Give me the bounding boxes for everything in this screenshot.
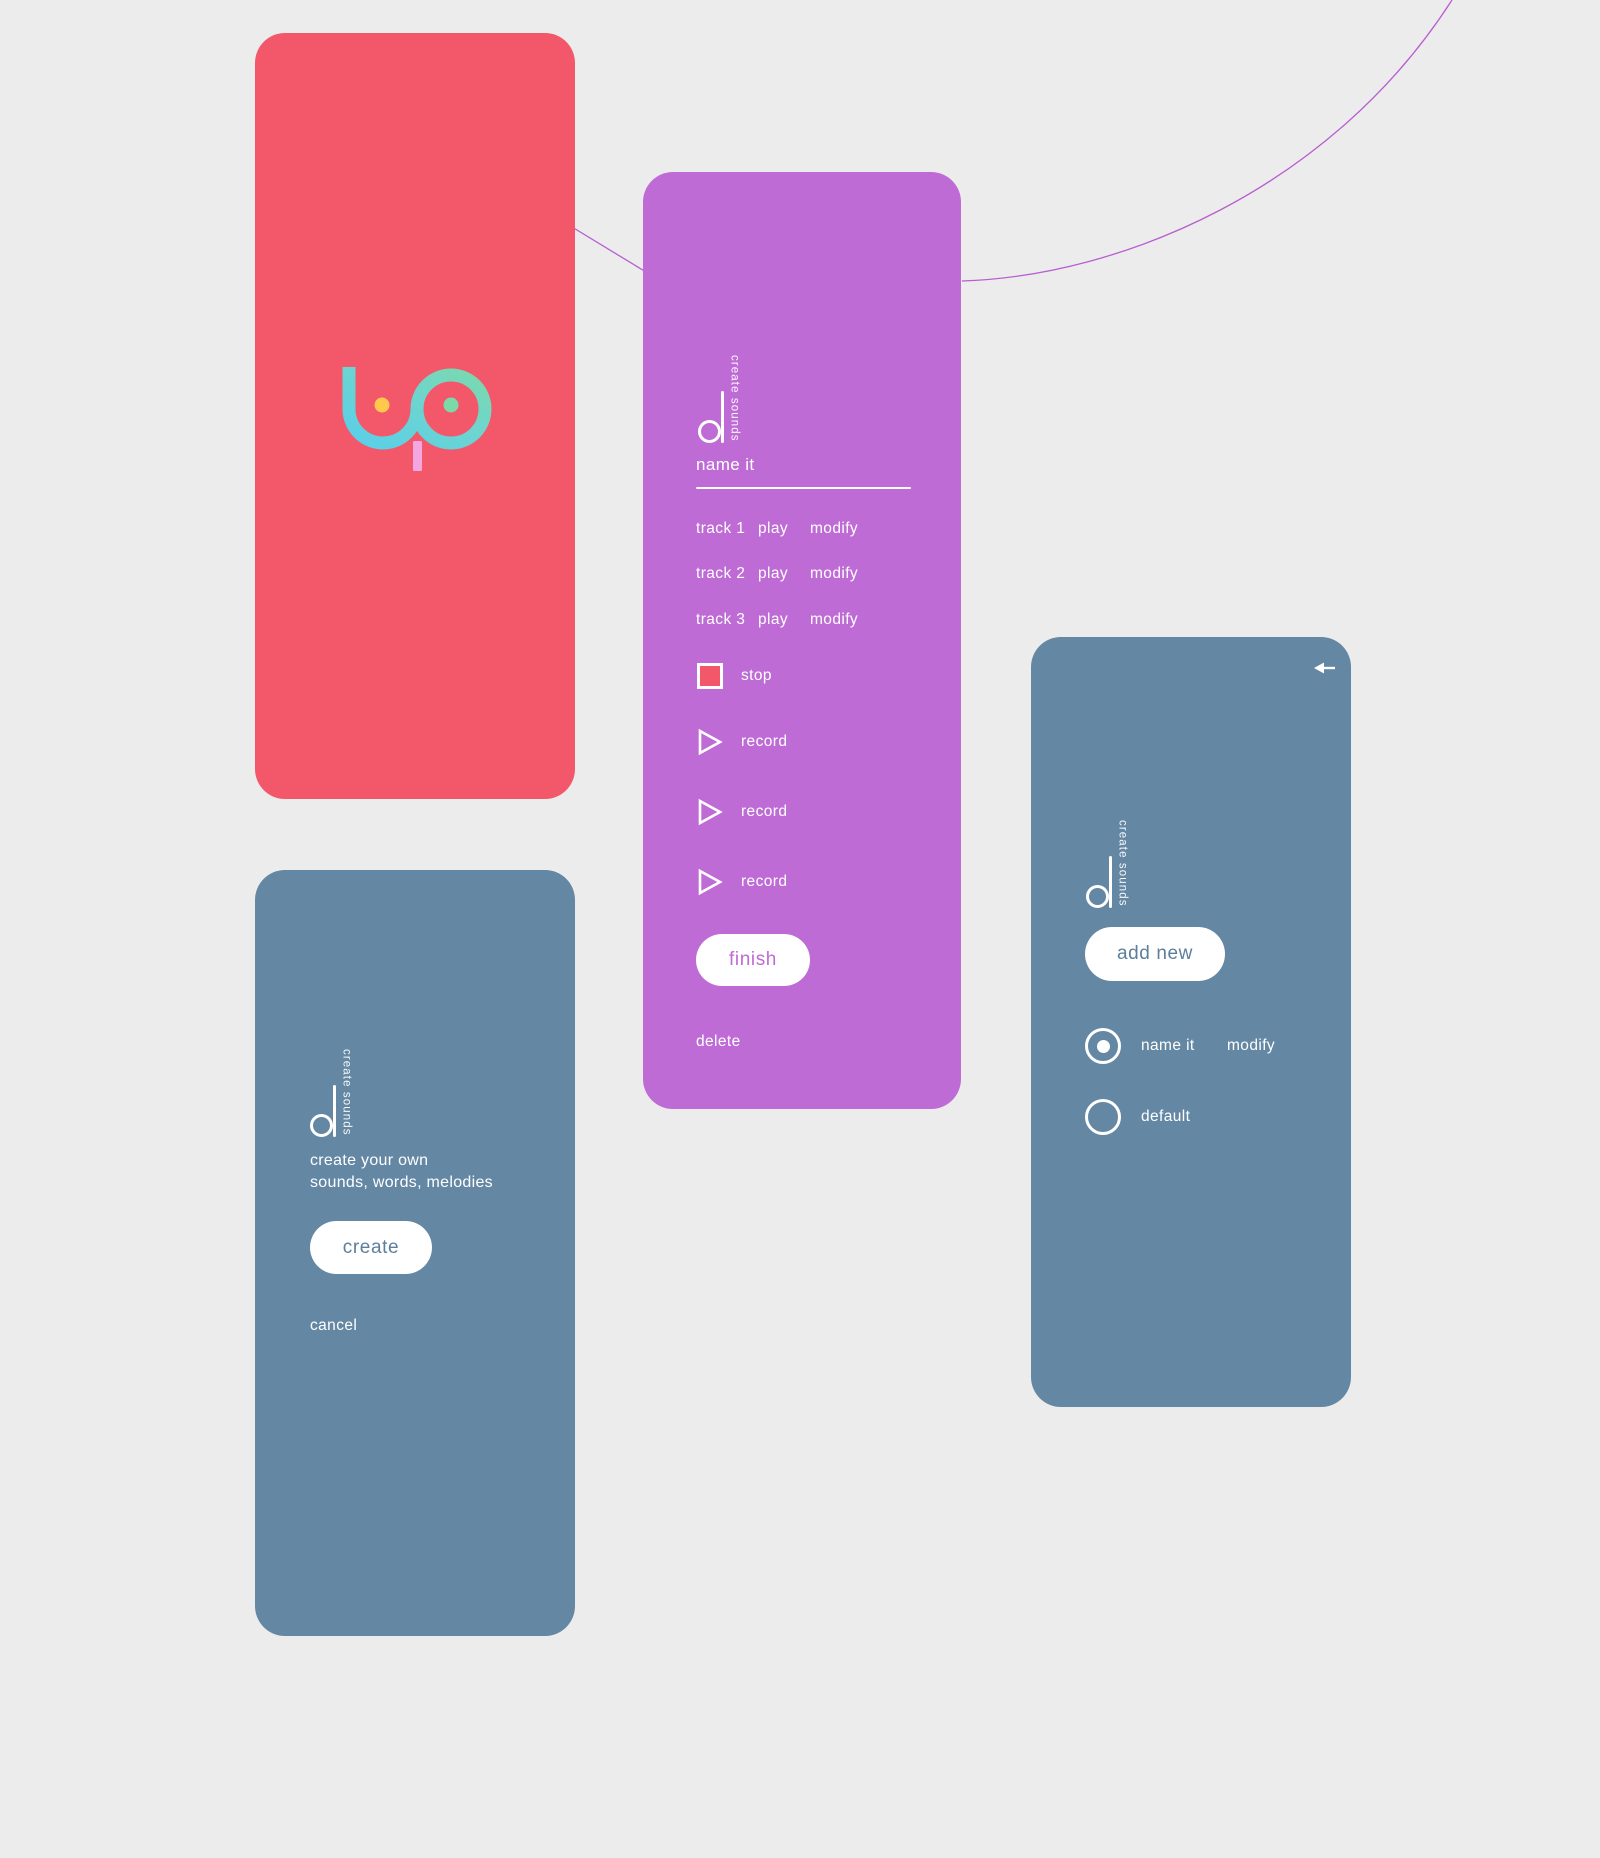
record-icon[interactable] — [697, 728, 723, 756]
add-new-button[interactable]: add new — [1085, 927, 1225, 981]
splash-screen — [255, 33, 575, 799]
track-modify-button[interactable]: modify — [810, 611, 858, 629]
brand-logo: create sounds — [698, 355, 741, 443]
option-modify-button[interactable]: modify — [1227, 1037, 1275, 1055]
music-note-icon — [1086, 855, 1112, 908]
record-label: record — [741, 803, 788, 820]
splash-to-recorder-connector — [571, 226, 647, 273]
list-item[interactable]: default — [1085, 1099, 1227, 1135]
back-arrow-icon[interactable] — [1302, 655, 1336, 681]
intro-headline-line2: sounds, words, melodies — [310, 1173, 493, 1191]
brand-logo: create sounds — [1086, 820, 1129, 908]
option-label: default — [1141, 1108, 1191, 1125]
record-label: record — [741, 733, 788, 750]
name-input-value[interactable]: name it — [696, 455, 911, 487]
list-screen — [1031, 637, 1351, 1407]
radio-button-unselected[interactable] — [1085, 1099, 1121, 1135]
music-note-icon — [310, 1084, 336, 1137]
mockup-canvas: create sounds name it track 1 play modif… — [0, 0, 1600, 1858]
delete-button[interactable]: delete — [696, 1033, 741, 1051]
app-logo-icon — [342, 367, 492, 471]
track-modify-button[interactable]: modify — [810, 565, 858, 583]
track-play-button[interactable]: play — [758, 565, 810, 583]
table-row[interactable]: track 1 play modify — [696, 520, 858, 538]
track-name: track 1 — [696, 520, 746, 537]
track-modify-button[interactable]: modify — [810, 520, 858, 538]
recorder-to-offscreen-curve — [961, 0, 1453, 282]
table-row[interactable]: track 3 play modify — [696, 611, 858, 629]
record-icon[interactable] — [697, 868, 723, 896]
record-control[interactable]: record — [697, 868, 787, 896]
logo-dot-left — [374, 397, 390, 413]
track-play-button[interactable]: play — [758, 611, 810, 629]
brand-wordmark: create sounds — [1116, 820, 1129, 907]
music-note-icon — [698, 390, 724, 443]
record-control[interactable]: record — [697, 798, 787, 826]
list-item[interactable]: name it modify — [1085, 1028, 1275, 1064]
track-play-button[interactable]: play — [758, 520, 810, 538]
name-field[interactable]: name it — [696, 455, 911, 489]
radio-button-selected[interactable] — [1085, 1028, 1121, 1064]
stop-label: stop — [741, 667, 772, 684]
table-row[interactable]: track 2 play modify — [696, 565, 858, 583]
logo-bar — [413, 441, 422, 471]
brand-logo: create sounds — [310, 1049, 353, 1137]
brand-wordmark: create sounds — [728, 355, 741, 442]
stop-icon[interactable] — [697, 663, 723, 689]
logo-dot-right — [443, 397, 459, 413]
intro-headline-line1: create your own — [310, 1152, 429, 1169]
record-control[interactable]: record — [697, 728, 787, 756]
record-label: record — [741, 873, 788, 890]
intro-headline: create your own sounds, words, melodies — [310, 1150, 493, 1194]
finish-button[interactable]: finish — [696, 934, 810, 986]
track-name: track 2 — [696, 565, 746, 582]
option-label: name it — [1141, 1037, 1195, 1054]
record-icon[interactable] — [697, 798, 723, 826]
stop-control[interactable]: stop — [697, 663, 772, 689]
track-name: track 3 — [696, 611, 746, 628]
name-input-underline — [696, 487, 911, 489]
create-button[interactable]: create — [310, 1221, 432, 1274]
brand-wordmark: create sounds — [340, 1049, 353, 1136]
cancel-button[interactable]: cancel — [310, 1317, 357, 1335]
